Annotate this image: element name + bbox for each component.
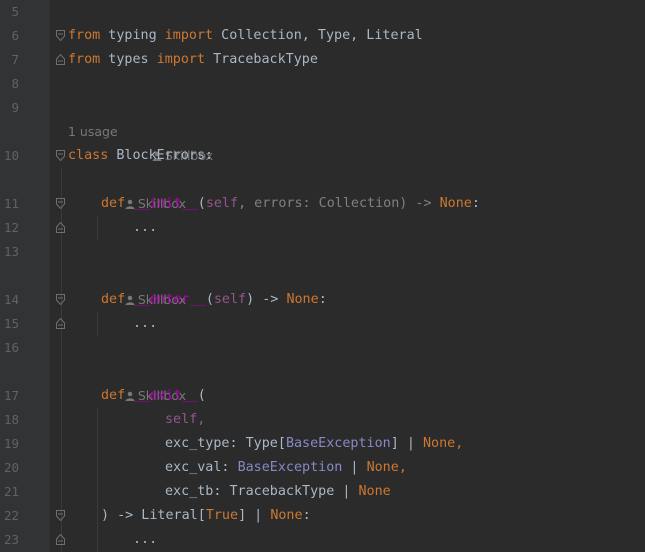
code-line[interactable]: 19 exc_type: Type[BaseException] | None, [0,432,645,456]
code-text: ) -> Literal[True] | None: [101,508,311,523]
code-line[interactable]: 22 ) -> Literal[True] | None: [0,504,645,528]
code-line[interactable]: 15 ... [0,312,645,336]
line-number: 5 [11,4,19,19]
code-text: def __init__(self, errors: Collection) -… [101,196,480,211]
line-number: 6 [11,28,19,43]
fold-marker-icon[interactable] [56,30,65,41]
line-number: 13 [3,244,19,259]
inlay-hint-row: Skillbox [0,264,645,307]
code-line[interactable]: 7 from types import TracebackType [0,48,645,72]
line-number: 17 [3,388,19,403]
fold-marker-icon[interactable] [56,510,65,521]
inlay-hint-row: Skillbox [0,168,645,211]
line-number: 21 [3,484,19,499]
code-text: from types import TracebackType [68,52,318,67]
code-line[interactable]: 20 exc_val: BaseException | None, [0,456,645,480]
line-number: 20 [3,460,19,475]
code-line[interactable]: 9 [0,96,645,120]
code-text: from typing import Collection, Type, Lit… [68,28,423,43]
usages-hint[interactable]: 1 usage [68,120,118,144]
line-number: 10 [3,148,19,163]
fold-marker-icon[interactable] [56,198,65,209]
line-number: 19 [3,436,19,451]
line-number: 14 [3,292,19,307]
line-number: 12 [3,220,19,235]
fold-marker-icon[interactable] [56,222,65,233]
code-text: def __exit__( [101,388,206,403]
line-number: 8 [11,76,19,91]
fold-marker-icon[interactable] [56,294,65,305]
line-number: 7 [11,52,19,67]
fold-marker-icon[interactable] [56,318,65,329]
code-line[interactable]: 23 ... [0,528,645,552]
code-text: class BlockErrors: [68,148,214,163]
code-line[interactable]: 16 [0,336,645,360]
code-text: ... [133,532,158,547]
code-line[interactable]: 14 def __enter__(self) -> None: [0,288,645,312]
inlay-hint-row: 1 usage Skillbox [0,120,645,163]
line-number: 18 [3,412,19,427]
code-text: ... [133,220,158,235]
code-line[interactable]: 11 def __init__(self, errors: Collection… [0,192,645,216]
line-number: 22 [3,508,19,523]
line-number: 16 [3,340,19,355]
code-line[interactable]: 17 def __exit__( [0,384,645,408]
code-text: self, [165,412,206,427]
line-number: 15 [3,316,19,331]
code-line[interactable]: 13 [0,240,645,264]
code-line[interactable]: 10 class BlockErrors: [0,144,645,168]
fold-marker-icon[interactable] [56,54,65,65]
code-line[interactable]: 8 [0,72,645,96]
fold-marker-icon[interactable] [56,150,65,161]
code-text: ... [133,316,158,331]
code-text: exc_type: Type[BaseException] | None, [165,436,464,451]
code-text: def __enter__(self) -> None: [101,292,327,307]
line-number: 9 [11,100,19,115]
code-line[interactable]: 18 self, [0,408,645,432]
code-text: exc_tb: TracebackType | None [165,484,391,499]
line-number: 23 [3,532,19,547]
code-editor[interactable]: 5 6 from typing import Collection, Type,… [0,0,645,552]
code-line[interactable]: 6 from typing import Collection, Type, L… [0,24,645,48]
code-line[interactable]: 21 exc_tb: TracebackType | None [0,480,645,504]
line-number: 11 [3,196,19,211]
code-text: exc_val: BaseException | None, [165,460,407,475]
inlay-hint-row: Skillbox [0,360,645,403]
fold-marker-icon[interactable] [56,534,65,545]
code-line[interactable]: 12 ... [0,216,645,240]
code-line[interactable]: 5 [0,0,645,24]
